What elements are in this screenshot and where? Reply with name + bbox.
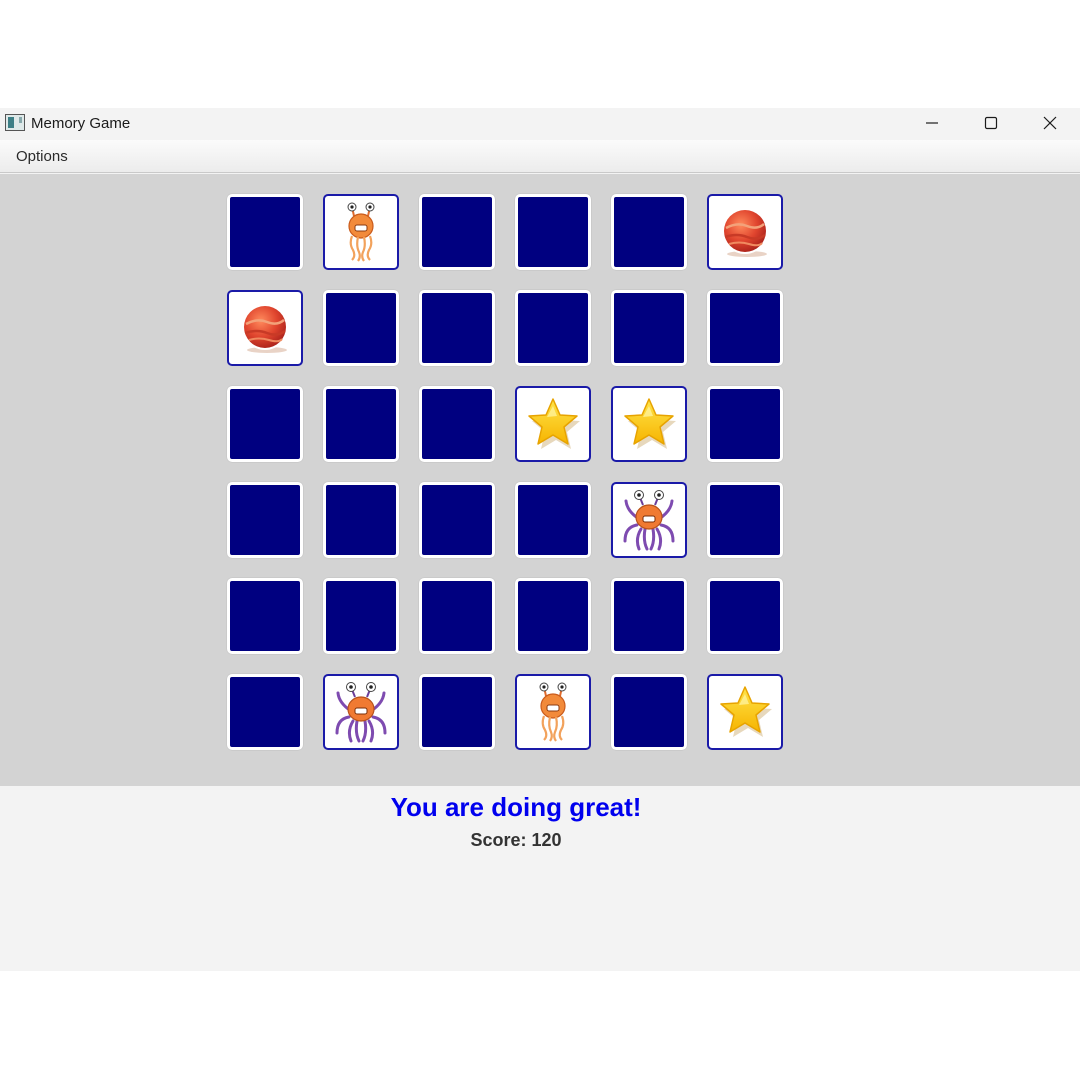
card-facedown[interactable] bbox=[515, 194, 591, 270]
card-facedown[interactable] bbox=[707, 482, 783, 558]
menu-options[interactable]: Options bbox=[16, 148, 68, 165]
card-facedown[interactable] bbox=[323, 482, 399, 558]
minimize-icon bbox=[926, 122, 938, 124]
status-panel: You are doing great! Score: 120 bbox=[0, 788, 1080, 971]
red-ball-icon bbox=[237, 300, 293, 356]
jellyfish-monster-icon bbox=[533, 682, 573, 742]
card-facedown[interactable] bbox=[419, 482, 495, 558]
card-star[interactable] bbox=[707, 674, 783, 750]
card-facedown[interactable] bbox=[419, 674, 495, 750]
minimize-button[interactable] bbox=[903, 108, 961, 138]
card-octopus-monster[interactable] bbox=[323, 674, 399, 750]
app-window: Memory Game Options You are doing great!… bbox=[0, 108, 1080, 971]
menu-bar: Options bbox=[0, 140, 1080, 173]
title-bar[interactable]: Memory Game bbox=[0, 108, 1080, 140]
card-facedown[interactable] bbox=[227, 194, 303, 270]
card-facedown[interactable] bbox=[515, 482, 591, 558]
card-facedown[interactable] bbox=[419, 578, 495, 654]
card-facedown[interactable] bbox=[419, 386, 495, 462]
card-star[interactable] bbox=[515, 386, 591, 462]
card-facedown[interactable] bbox=[611, 194, 687, 270]
card-facedown[interactable] bbox=[611, 674, 687, 750]
card-facedown[interactable] bbox=[227, 482, 303, 558]
score-label: Score: 120 bbox=[470, 830, 562, 850]
card-facedown[interactable] bbox=[611, 578, 687, 654]
card-red-ball[interactable] bbox=[707, 194, 783, 270]
app-icon bbox=[5, 114, 25, 131]
star-icon bbox=[523, 394, 583, 454]
window-title: Memory Game bbox=[31, 115, 131, 132]
jellyfish-monster-icon bbox=[341, 202, 381, 262]
close-icon bbox=[1043, 116, 1057, 130]
card-facedown[interactable] bbox=[515, 578, 591, 654]
card-facedown[interactable] bbox=[419, 290, 495, 366]
card-facedown[interactable] bbox=[227, 386, 303, 462]
card-facedown[interactable] bbox=[707, 386, 783, 462]
octopus-monster-icon bbox=[333, 681, 389, 743]
card-facedown[interactable] bbox=[323, 578, 399, 654]
card-facedown[interactable] bbox=[227, 674, 303, 750]
maximize-button[interactable] bbox=[962, 108, 1020, 138]
card-jellyfish-monster[interactable] bbox=[323, 194, 399, 270]
card-red-ball[interactable] bbox=[227, 290, 303, 366]
card-facedown[interactable] bbox=[611, 290, 687, 366]
card-jellyfish-monster[interactable] bbox=[515, 674, 591, 750]
card-facedown[interactable] bbox=[419, 194, 495, 270]
card-octopus-monster[interactable] bbox=[611, 482, 687, 558]
red-ball-icon bbox=[717, 204, 773, 260]
card-star[interactable] bbox=[611, 386, 687, 462]
card-facedown[interactable] bbox=[707, 578, 783, 654]
maximize-icon bbox=[984, 116, 998, 130]
card-facedown[interactable] bbox=[227, 578, 303, 654]
card-facedown[interactable] bbox=[515, 290, 591, 366]
close-button[interactable] bbox=[1021, 108, 1079, 138]
card-facedown[interactable] bbox=[323, 386, 399, 462]
game-board bbox=[0, 174, 1080, 786]
star-icon bbox=[619, 394, 679, 454]
status-message: You are doing great! bbox=[390, 792, 642, 822]
octopus-monster-icon bbox=[621, 489, 677, 551]
card-facedown[interactable] bbox=[707, 290, 783, 366]
card-facedown[interactable] bbox=[323, 290, 399, 366]
star-icon bbox=[715, 682, 775, 742]
